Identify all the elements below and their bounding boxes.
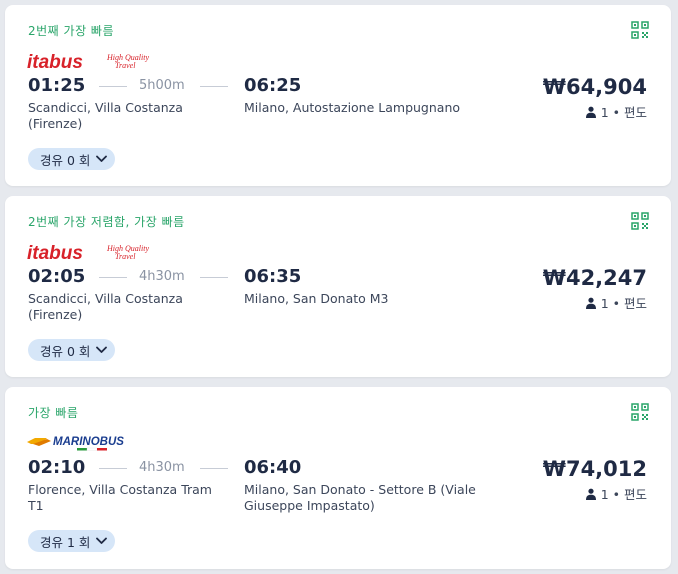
departure-time: 02:10: [28, 457, 86, 478]
chevron-down-icon: [96, 346, 108, 353]
duration-line: [200, 277, 228, 278]
duration-line: [99, 277, 127, 278]
departure-time: 01:25: [28, 75, 86, 96]
itabus-logo: itabus High Quality Travel: [27, 52, 149, 72]
operator-logo-text: MARINOBUS: [53, 436, 124, 448]
transfers-label: 경유 1 회: [40, 534, 91, 550]
transfers-label: 경유 0 회: [40, 152, 91, 168]
trip-tag: 가장 빠름: [28, 406, 79, 420]
trip-tag: 2번째 가장 저렴함, 가장 빠름: [28, 215, 185, 229]
marinobus-logo: MARINOBUS: [27, 436, 124, 451]
arrival-time: 06:25: [244, 75, 302, 96]
svg-text:Travel: Travel: [115, 61, 136, 70]
arrival-time: 06:40: [244, 457, 302, 478]
transfers-button[interactable]: 경유 0 회: [28, 148, 116, 170]
trip-price: ₩64,904: [542, 75, 647, 99]
passenger-info: 1 • 편도: [585, 484, 647, 503]
duration-line: [99, 468, 127, 469]
trip-result-card[interactable]: 가장 빠름 MARINOBUS 02:10 4h30m 06:40 Floren…: [5, 387, 671, 569]
chevron-down-icon: [96, 537, 108, 544]
duration-line: [200, 86, 228, 87]
trip-tag: 2번째 가장 빠름: [28, 24, 115, 38]
transfers-button[interactable]: 경유 1 회: [28, 530, 116, 552]
qr-code-icon[interactable]: [631, 403, 649, 421]
arrival-time: 06:35: [244, 266, 302, 287]
operator-logo-text: itabus: [27, 243, 83, 263]
operator-logo-text: itabus: [27, 52, 83, 72]
duration-line: [200, 468, 228, 469]
departure-stop: Scandicci, Villa Costanza (Firenze): [28, 100, 183, 131]
qr-code-icon[interactable]: [631, 212, 649, 230]
person-icon: [585, 297, 596, 309]
arrival-stop: Milano, Autostazione Lampugnano: [244, 100, 461, 115]
person-icon: [585, 488, 596, 500]
transfers-button[interactable]: 경유 0 회: [28, 339, 116, 361]
trip-duration: 5h00m: [139, 78, 185, 93]
passenger-label: 1 • 편도: [600, 105, 647, 120]
duration-line: [99, 86, 127, 87]
passenger-label: 1 • 편도: [600, 296, 647, 311]
arrival-stop: Milano, San Donato - Settore B (Viale Gi…: [244, 482, 476, 513]
qr-code-icon[interactable]: [631, 21, 649, 39]
trip-price: ₩74,012: [542, 457, 647, 481]
passenger-info: 1 • 편도: [585, 102, 647, 121]
passenger-info: 1 • 편도: [585, 293, 647, 312]
itabus-logo: itabus High Quality Travel: [27, 243, 149, 263]
arrival-stop: Milano, San Donato M3: [244, 291, 389, 306]
person-icon: [585, 106, 596, 118]
trip-duration: 4h30m: [139, 460, 185, 475]
departure-stop: Scandicci, Villa Costanza (Firenze): [28, 291, 183, 322]
svg-text:Travel: Travel: [115, 252, 136, 261]
trip-price: ₩42,247: [542, 266, 647, 290]
departure-time: 02:05: [28, 266, 86, 287]
trip-result-card[interactable]: 2번째 가장 저렴함, 가장 빠름 itabus High Quality Tr…: [5, 196, 671, 377]
transfers-label: 경유 0 회: [40, 343, 91, 359]
trip-duration: 4h30m: [139, 269, 185, 284]
departure-stop: Florence, Villa Costanza Tram T1: [28, 482, 212, 513]
chevron-down-icon: [96, 155, 108, 162]
passenger-label: 1 • 편도: [600, 487, 647, 502]
trip-result-card[interactable]: 2번째 가장 빠름 itabus High Quality Travel 01:…: [5, 5, 671, 186]
